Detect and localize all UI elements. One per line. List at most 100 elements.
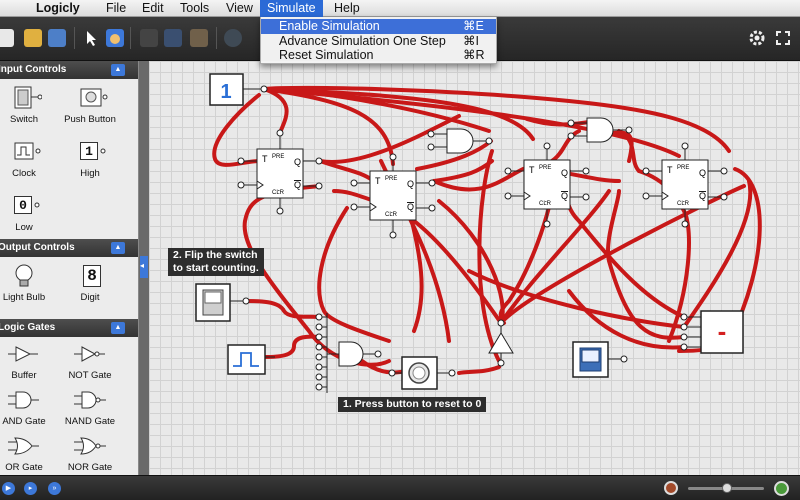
palette-nand-gate[interactable]: NAND Gate (58, 387, 122, 427)
palette-buffer[interactable]: Buffer (0, 341, 56, 381)
logicly-window: Logicly File Edit Tools View Simulate He… (0, 0, 800, 500)
palette-and-gate[interactable]: AND Gate (0, 387, 56, 427)
palette-push-button[interactable]: Push Button (58, 85, 122, 125)
ff-pre-label: PRE (539, 165, 551, 171)
wires (212, 85, 762, 375)
play-icon[interactable]: ▶ (2, 482, 15, 495)
collapse-toggle-icon[interactable]: ▲ (111, 242, 125, 254)
ff-t-label: T (667, 165, 673, 175)
collapse-toggle-icon[interactable]: ▲ (111, 64, 125, 76)
section-header-input-controls[interactable]: Input Controls ▲ (0, 61, 138, 79)
menu-app-name[interactable]: Logicly (34, 1, 82, 17)
clock-icon (14, 142, 41, 160)
collapse-sidebar-icon[interactable] (140, 256, 148, 278)
section-title: Output Controls (0, 242, 75, 253)
menu-tools[interactable]: Tools (178, 1, 211, 17)
palette-not-gate[interactable]: NOT Gate (58, 341, 122, 381)
t-flip-flop-1[interactable]: T PRE Q Q CLR (237, 129, 323, 215)
step-icon[interactable]: ▸ (24, 482, 37, 495)
ff-pre-label: PRE (385, 176, 397, 182)
menu-file[interactable]: File (104, 1, 128, 17)
palette-label: Buffer (11, 370, 37, 381)
menu-view[interactable]: View (224, 1, 255, 17)
instruction-flip-switch: 2. Flip the switch to start counting. (168, 248, 264, 276)
palette-or-gate[interactable]: OR Gate (0, 433, 56, 473)
menu-item-shortcut: ⌘I (463, 34, 479, 48)
ff-q-label: Q (561, 168, 568, 178)
palette-label: High (80, 168, 100, 179)
toolbar-divider (216, 27, 217, 49)
reset-push-button[interactable] (388, 356, 456, 390)
save-icon[interactable] (48, 29, 66, 47)
menu-item-enable-simulation[interactable]: Enable Simulation ⌘E (261, 19, 496, 34)
palette-switch[interactable]: Switch (0, 85, 56, 125)
palette-clock[interactable]: Clock (0, 139, 56, 179)
fullscreen-icon[interactable] (774, 29, 792, 47)
nor-gate-icon (74, 437, 106, 455)
palette-digit[interactable]: 8 Digit (58, 263, 122, 303)
ff-qbar-label: Q (699, 191, 706, 201)
copy-icon[interactable] (164, 29, 182, 47)
push-button-icon (80, 88, 108, 107)
input-switch[interactable] (195, 283, 250, 322)
palette-label: AND Gate (2, 416, 46, 427)
palette-low[interactable]: 0 Low (0, 193, 56, 233)
new-document-icon[interactable] (0, 29, 14, 47)
zoom-in-icon[interactable] (774, 481, 789, 496)
menu-item-label: Enable Simulation (279, 19, 380, 33)
zoom-out-icon[interactable] (664, 481, 678, 495)
digit-display[interactable]: - (680, 310, 744, 354)
section-header-logic-gates[interactable]: Logic Gates ▲ (0, 319, 138, 337)
ff-t-label: T (262, 154, 268, 164)
select-tool-icon[interactable] (82, 29, 100, 47)
cut-icon[interactable] (140, 29, 158, 47)
section-header-output-controls[interactable]: Output Controls ▲ (0, 239, 138, 257)
ff-clr-label: CLR (272, 190, 285, 196)
zoom-slider-knob[interactable] (722, 483, 732, 493)
constant-high-node[interactable]: 1 (209, 73, 268, 106)
section-title: Input Controls (0, 64, 67, 75)
menu-simulate[interactable]: Simulate (260, 0, 323, 17)
apple-menu-icon[interactable] (14, 1, 18, 17)
digit-value: 8 (83, 265, 101, 287)
circuit-canvas[interactable]: 1 T PRE Q Q CLR T PRE Q Q CLR T PRE Q Q … (149, 61, 800, 475)
palette-label: Low (15, 222, 33, 233)
ff-q-label: Q (407, 179, 414, 189)
t-flip-flop-3[interactable]: T PRE Q Q CLR (504, 142, 590, 228)
output-indicator[interactable] (572, 341, 628, 378)
menu-item-reset-simulation[interactable]: Reset Simulation ⌘R (261, 48, 496, 63)
ff-clr-label: CLR (677, 201, 690, 207)
collapse-toggle-icon[interactable]: ▲ (111, 322, 125, 334)
clock-source[interactable] (227, 344, 275, 375)
palette-high[interactable]: 1 High (58, 139, 122, 179)
ff-pre-label: PRE (677, 165, 689, 171)
zoom-icon[interactable] (224, 29, 242, 47)
menu-edit[interactable]: Edit (140, 1, 166, 17)
toolbar-divider (74, 27, 75, 49)
status-bar: ▶ ▸ » (0, 475, 800, 500)
menu-item-shortcut: ⌘E (463, 19, 484, 33)
palette-nor-gate[interactable]: NOR Gate (58, 433, 122, 473)
ff-pre-label: PRE (272, 154, 284, 160)
open-folder-icon[interactable] (24, 29, 42, 47)
section-title: Logic Gates (0, 322, 56, 333)
menu-help[interactable]: Help (332, 1, 362, 17)
not-gate-icon (74, 346, 105, 362)
palette-label: NOT Gate (68, 370, 112, 381)
hand-tool-icon[interactable] (106, 29, 124, 47)
ff-qbar-label: Q (561, 191, 568, 201)
paste-icon[interactable] (190, 29, 208, 47)
palette-light-bulb[interactable]: Light Bulb (0, 263, 56, 303)
palette-label: NAND Gate (64, 416, 116, 427)
palette-label: Digit (80, 292, 100, 303)
nand-gate-icon (74, 391, 106, 409)
t-flip-flop-4[interactable]: T PRE Q Q CLR (642, 142, 728, 228)
component-palette: Input Controls ▲ Switch Push Button Cloc… (0, 61, 139, 475)
sidebar-collapse-strip[interactable] (139, 61, 149, 475)
menu-item-advance-step[interactable]: Advance Simulation One Step ⌘I (261, 34, 496, 49)
settings-gear-icon[interactable] (748, 29, 766, 47)
menu-item-label: Advance Simulation One Step (279, 34, 446, 48)
ff-clr-label: CLR (539, 201, 552, 207)
fast-forward-icon[interactable]: » (48, 482, 61, 495)
constant-value: 1 (220, 81, 231, 103)
